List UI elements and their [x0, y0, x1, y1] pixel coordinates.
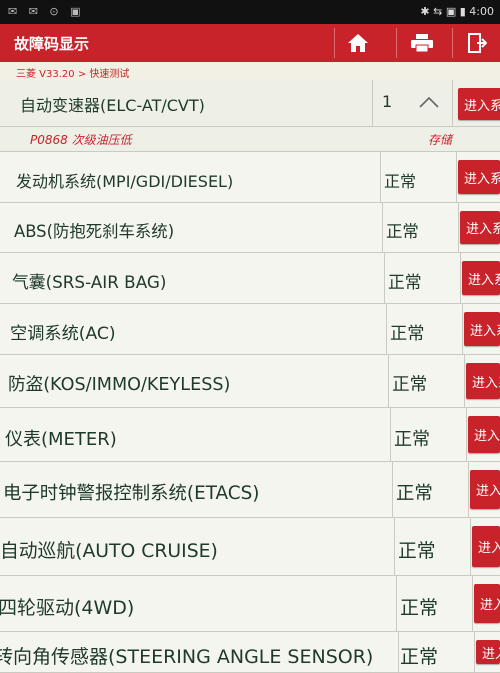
system-row[interactable]: 自动巡航(AUTO CRUISE) 正常 进入系统	[0, 518, 500, 576]
notification-icons: ✉ ✉ ⊙ ▣	[8, 5, 85, 18]
column-divider	[468, 462, 469, 517]
system-name: 气囊(SRS-AIR BAG)	[12, 272, 167, 292]
column-divider	[384, 253, 385, 303]
column-divider	[372, 80, 373, 126]
column-divider	[382, 203, 383, 252]
system-list: 自动变速器(ELC-AT/CVT) 1 进入系统 P0868 次级油压低 存储 …	[0, 80, 500, 673]
system-row[interactable]: 防盗(KOS/IMMO/KEYLESS) 正常 进入系统	[0, 355, 500, 408]
exit-button[interactable]	[452, 28, 500, 58]
system-status: 正常	[392, 375, 428, 395]
enter-system-button[interactable]: 进入系统	[476, 640, 500, 664]
status-bar: ✉ ✉ ⊙ ▣ ✱ ⇆ ▣ ▮ 4:00	[0, 0, 500, 24]
system-status: 正常	[398, 541, 436, 562]
column-divider	[392, 462, 393, 517]
enter-system-button[interactable]: 进入系统	[470, 470, 500, 509]
column-divider	[460, 253, 461, 303]
system-row[interactable]: 转向角传感器(STEERING ANGLE SENSOR) 正常 进入系统	[0, 632, 500, 673]
enter-system-button[interactable]: 进入系统	[468, 416, 500, 453]
column-divider	[394, 518, 395, 575]
column-divider	[452, 80, 453, 126]
system-name: 四轮驱动(4WD)	[0, 597, 135, 619]
title-bar: 故障码显示	[0, 24, 500, 62]
column-divider	[474, 632, 475, 672]
dtc-count: 1	[382, 92, 393, 111]
column-divider	[456, 152, 457, 202]
system-name: 自动变速器(ELC-AT/CVT)	[20, 96, 205, 115]
enter-system-button[interactable]: 进入系统	[458, 160, 500, 194]
system-row[interactable]: 四轮驱动(4WD) 正常 进入系统	[0, 576, 500, 632]
breadcrumb: 三菱 V33.20 > 快速测试	[0, 62, 500, 80]
system-row-expanded[interactable]: 自动变速器(ELC-AT/CVT) 1 进入系统	[0, 80, 500, 127]
system-name: 空调系统(AC)	[10, 324, 116, 344]
system-status: 正常	[390, 324, 425, 344]
dtc-code: P0868 次级油压低	[30, 133, 132, 147]
system-status: 正常	[400, 646, 439, 668]
column-divider	[472, 576, 473, 631]
dtc-row: P0868 次级油压低 存储	[0, 127, 500, 152]
system-status: 正常	[388, 272, 422, 292]
column-divider	[380, 152, 381, 202]
system-status: 正常	[396, 483, 433, 504]
system-row[interactable]: 仪表(METER) 正常 进入系统	[0, 408, 500, 462]
system-row[interactable]: 气囊(SRS-AIR BAG) 正常 进入系统	[0, 253, 500, 304]
enter-system-button[interactable]: 进入系统	[464, 312, 500, 346]
enter-system-button[interactable]: 进入系统	[458, 88, 500, 120]
enter-system-button[interactable]: 进入系统	[472, 526, 500, 567]
print-button[interactable]	[398, 28, 446, 58]
column-divider	[466, 408, 467, 461]
toolbar-divider	[396, 28, 397, 58]
system-row[interactable]: 发动机系统(MPI/GDI/DIESEL) 正常 进入系统	[0, 152, 500, 203]
exit-icon	[468, 33, 487, 53]
system-name: 转向角传感器(STEERING ANGLE SENSOR)	[0, 646, 374, 668]
system-name: ABS(防抱死刹车系统)	[14, 222, 175, 241]
breadcrumb-text: 三菱 V33.20 > 快速测试	[16, 69, 130, 80]
chevron-up-icon[interactable]	[418, 96, 440, 108]
column-divider	[398, 632, 399, 672]
column-divider	[470, 518, 471, 575]
system-name: 发动机系统(MPI/GDI/DIESEL)	[16, 172, 234, 191]
system-name: 自动巡航(AUTO CRUISE)	[0, 541, 218, 562]
system-status: 正常	[384, 172, 417, 191]
system-name: 防盗(KOS/IMMO/KEYLESS)	[8, 375, 231, 395]
home-button[interactable]	[334, 28, 382, 58]
enter-system-button[interactable]: 进入系统	[460, 211, 500, 244]
dtc-status: 存储	[428, 133, 453, 147]
system-name: 电子时钟警报控制系统(ETACS)	[3, 483, 260, 504]
column-divider	[462, 304, 463, 354]
printer-icon	[411, 34, 433, 53]
column-divider	[388, 355, 389, 407]
system-status: 正常	[400, 597, 439, 619]
system-row[interactable]: ABS(防抱死刹车系统) 正常 进入系统	[0, 203, 500, 253]
enter-system-button[interactable]: 进入系统	[462, 261, 500, 295]
system-row[interactable]: 电子时钟警报控制系统(ETACS) 正常 进入系统	[0, 462, 500, 518]
system-name: 仪表(METER)	[5, 429, 117, 450]
system-status: 正常	[394, 429, 430, 450]
system-status-icons: ✱ ⇆ ▣ ▮ 4:00	[420, 5, 494, 18]
home-icon	[348, 34, 368, 52]
page-title: 故障码显示	[14, 35, 90, 53]
column-divider	[396, 576, 397, 631]
column-divider	[458, 203, 459, 252]
system-status: 正常	[386, 222, 419, 241]
column-divider	[390, 408, 391, 461]
enter-system-button[interactable]: 进入系统	[466, 363, 500, 399]
column-divider	[464, 355, 465, 407]
column-divider	[386, 304, 387, 354]
enter-system-button[interactable]: 进入系统	[474, 584, 500, 623]
system-row[interactable]: 空调系统(AC) 正常 进入系统	[0, 304, 500, 355]
